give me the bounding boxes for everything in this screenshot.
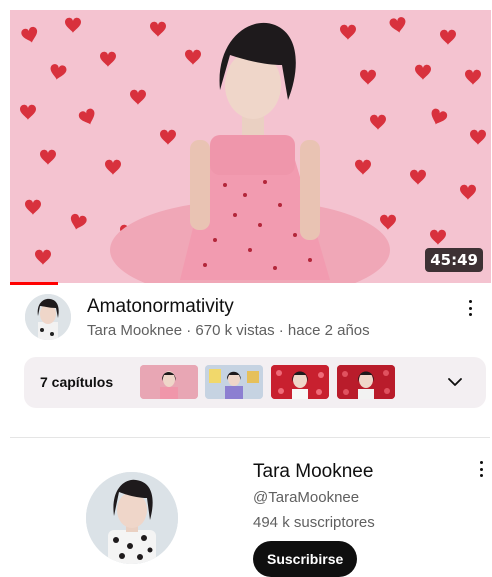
chapter-thumbnail[interactable] (271, 365, 329, 399)
watch-progress-bar (10, 282, 58, 285)
subscribe-button[interactable]: Suscribirse (253, 541, 358, 577)
chapter-thumbnail[interactable] (337, 365, 395, 399)
chapters-bar[interactable]: 7 capítulos (24, 357, 486, 408)
channel-name[interactable]: Tara Mooknee (253, 461, 373, 483)
channel-avatar[interactable] (25, 294, 71, 340)
thumbnail-image (10, 10, 491, 283)
chapter-thumbnail[interactable] (205, 365, 263, 399)
video-meta: Tara Mooknee · 670 k vistas · hace 2 año… (87, 322, 370, 339)
video-title[interactable]: Amatonormativity (87, 296, 234, 318)
channel-handle: @TaraMooknee (253, 489, 360, 506)
chapters-label: 7 capítulos (40, 374, 114, 390)
channel-avatar-large[interactable] (86, 472, 178, 564)
section-divider (10, 437, 490, 438)
subscriber-count: 494 k suscriptores (253, 514, 375, 531)
more-vert-icon[interactable] (474, 459, 488, 479)
video-thumbnail[interactable]: 45:49 (10, 10, 491, 283)
video-info: Amatonormativity Tara Mooknee · 670 k vi… (0, 288, 492, 348)
chapter-thumbnail[interactable] (140, 365, 198, 399)
chevron-down-icon[interactable] (446, 373, 464, 391)
duration-badge: 45:49 (425, 248, 483, 272)
more-vert-icon[interactable] (463, 298, 477, 318)
